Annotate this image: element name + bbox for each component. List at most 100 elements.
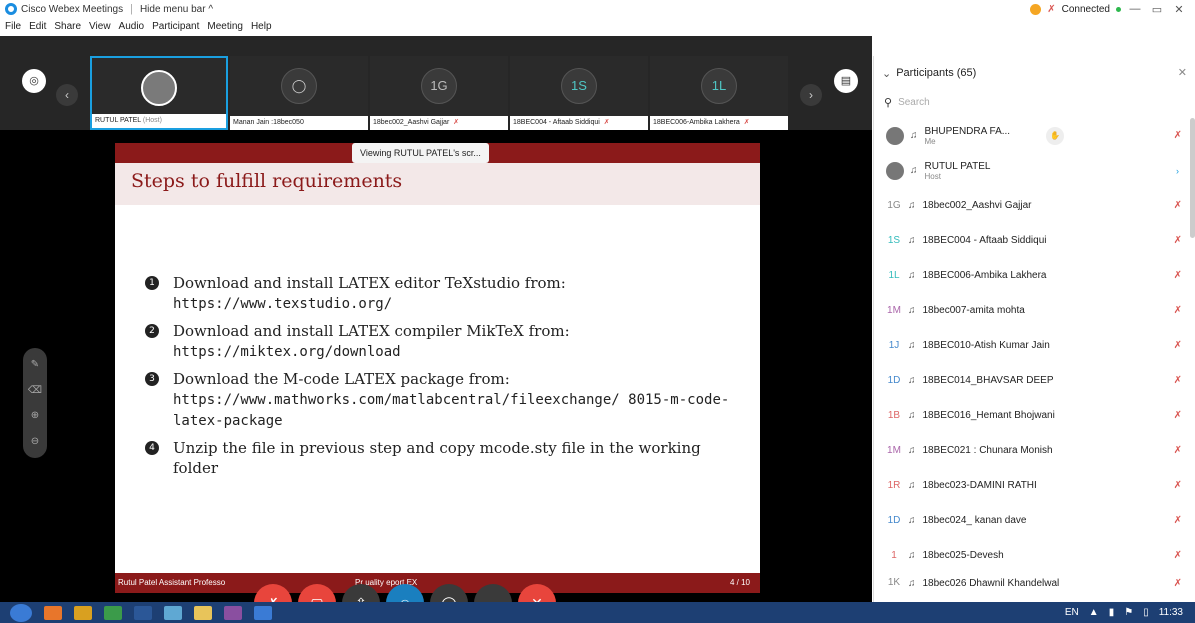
mic-muted-icon[interactable]: ✗ [1174,305,1182,316]
participants-header[interactable]: ⌄ Participants (65) ✕ [874,56,1195,90]
annotate-icon[interactable]: ✎ [31,359,39,370]
scroll-left-button[interactable]: ‹ [56,84,78,106]
tray-arrow-icon[interactable]: ▲ [1089,607,1099,618]
start-button[interactable] [10,603,32,622]
avatar: 1M [887,304,901,316]
title-separator: | [130,3,133,15]
menu-edit[interactable]: Edit [29,21,46,32]
participant-row[interactable]: 1L ♫ 18BEC006-Ambika Lakhera ✗ [874,258,1184,293]
participant-row[interactable]: 1 ♫ 18bec025-Devesh ✗ [874,538,1184,573]
vlc-icon[interactable] [74,605,92,620]
flag-icon[interactable]: ⚑ [1124,607,1133,618]
headset-icon: ♫ [908,200,916,211]
close-window-button[interactable]: ✕ [1171,3,1187,16]
clock[interactable]: 11:33 [1159,607,1183,618]
thumbnail-tile[interactable]: ◯ Manan Jain :18bec050 [230,56,368,130]
mic-muted-icon[interactable]: ✗ [1174,200,1182,211]
menu-participant[interactable]: Participant [152,21,199,32]
search-icon: ⚲ [884,96,893,109]
participant-search[interactable]: ⚲ Search [884,92,1184,112]
participant-row[interactable]: 1R ♫ 18bec023-DAMINI RATHI ✗ [874,468,1184,503]
notification-icon[interactable] [1030,3,1042,15]
participant-row[interactable]: 1B ♫ 18BEC016_Hemant Bhojwani ✗ [874,398,1184,433]
mic-muted-icon[interactable]: ✗ [1174,410,1182,421]
panel-scrollbar[interactable] [1190,118,1195,238]
mic-muted-icon[interactable]: ✗ [1174,235,1182,246]
mic-muted-icon[interactable]: ✗ [1174,375,1182,386]
slide-heading: Steps to fulfill requirements [131,170,403,192]
avatar: 1B [887,409,901,421]
mic-muted-icon[interactable]: ✗ [1174,578,1182,589]
avatar: 1G [887,199,901,211]
signal-icon[interactable]: ▮ [1109,607,1115,618]
menu-audio[interactable]: Audio [119,21,145,32]
mic-muted-icon[interactable]: ✗ [1174,130,1182,141]
language-indicator[interactable]: EN [1065,607,1079,618]
menu-meeting[interactable]: Meeting [207,21,243,32]
thumbnail-tile[interactable]: 1L 18BEC006-Ambika Lakhera ✗ [650,56,788,130]
mic-muted-icon[interactable]: ✗ [1174,480,1182,491]
thumbnail-name: 18BEC006-Ambika Lakhera ✗ [650,116,788,130]
zoom-out-icon[interactable]: ⊖ [31,436,39,447]
participant-row[interactable]: 1J ♫ 18BEC010-Atish Kumar Jain ✗ [874,328,1184,363]
eraser-icon[interactable]: ⌫ [28,385,42,396]
thumbnail-tile[interactable]: 1S 18BEC004 - Aftaab Siddiqui ✗ [510,56,648,130]
title-bar: Cisco Webex Meetings | Hide menu bar ^ ✗… [0,0,1195,18]
participant-row[interactable]: ♫ BHUPENDRA FA... Me ✋ ✗ [874,118,1184,153]
avatar: 1S [561,68,597,104]
headset-icon: ♫ [908,270,916,281]
menu-share[interactable]: Share [54,21,81,32]
webex-meeting-icon[interactable] [254,605,272,620]
headset-icon: ♫ [908,305,916,316]
battery-icon[interactable]: ▯ [1143,607,1149,618]
avatar [141,70,177,106]
menu-view[interactable]: View [89,21,111,32]
layout-grid-icon[interactable]: ▤ [834,69,858,93]
avatar: 1L [701,68,737,104]
zoom-in-icon[interactable]: ⊕ [31,410,39,421]
participant-row[interactable]: ♫ RUTUL PATEL Host › [874,153,1184,188]
headset-icon: ♫ [908,340,916,351]
scroll-right-button[interactable]: › [800,84,822,106]
mic-muted-icon[interactable]: ✗ [1174,270,1182,281]
minimize-button[interactable]: — [1127,3,1143,15]
shared-screen[interactable]: Viewing RUTUL PATEL's scr... Steps to fu… [115,143,760,593]
layout-toggle-icon[interactable]: ◎ [22,69,46,93]
participant-list: ♫ BHUPENDRA FA... Me ✋ ✗ ♫ RUTUL PATEL Hos… [874,118,1184,593]
participant-row[interactable]: 1D ♫ 18bec024_ kanan dave ✗ [874,503,1184,538]
avatar [886,161,904,180]
participant-row[interactable]: 1K ♫ 18bec026 Dhawnil Khandelwal ✗ [874,573,1184,593]
hide-menu-bar-button[interactable]: Hide menu bar ^ [140,4,213,15]
participant-row[interactable]: 1G ♫ 18bec002_Aashvi Gajjar ✗ [874,188,1184,223]
webex-logo-icon [5,3,17,15]
mic-muted-icon[interactable]: ✗ [1047,4,1055,15]
participant-row[interactable]: 1M ♫ 18BEC021 : Chunara Monish ✗ [874,433,1184,468]
participant-row[interactable]: 1D ♫ 18BEC014_BHAVSAR DEEP ✗ [874,363,1184,398]
connected-dot-icon [1116,6,1121,12]
firefox-icon[interactable] [44,605,62,620]
mic-muted-icon: ✗ [453,119,460,126]
mic-muted-icon[interactable]: ✗ [1174,550,1182,561]
raise-hand-icon[interactable]: ✋ [1046,126,1064,145]
mic-muted-icon[interactable]: ✗ [1174,340,1182,351]
menu-help[interactable]: Help [251,21,272,32]
menu-file[interactable]: File [5,21,21,32]
webex-taskbar-icon[interactable] [164,605,182,620]
file-explorer-icon[interactable] [194,605,212,620]
chevron-down-icon[interactable]: ⌄ [882,67,891,80]
participant-row[interactable]: 1S ♫ 18BEC004 - Aftaab Siddiqui ✗ [874,223,1184,258]
chrome-icon[interactable] [104,605,122,620]
word-icon[interactable] [134,605,152,620]
thumbnail-tile[interactable]: RUTUL PATEL (Host) [90,56,228,130]
close-panel-icon[interactable]: ✕ [1178,66,1187,79]
mic-muted-icon[interactable]: ✗ [1174,445,1182,456]
participant-row[interactable]: 1M ♫ 18bec007-amita mohta ✗ [874,293,1184,328]
thumbnail-tile[interactable]: 1G 18bec002_Aashvi Gajjar ✗ [370,56,508,130]
connection-status[interactable]: Connected [1062,4,1110,15]
headset-icon: ♫ [908,577,916,589]
mic-muted-icon[interactable]: ✗ [1174,515,1182,526]
participants-panel: ⌄ Participants (65) ✕ ⚲ Search ♫ BHUPEND… [873,56,1195,602]
taskbar: EN ▲ ▮ ⚑ ▯ 11:33 [0,602,1195,623]
restore-button[interactable]: ▭ [1149,3,1165,16]
app-icon[interactable] [224,605,242,620]
